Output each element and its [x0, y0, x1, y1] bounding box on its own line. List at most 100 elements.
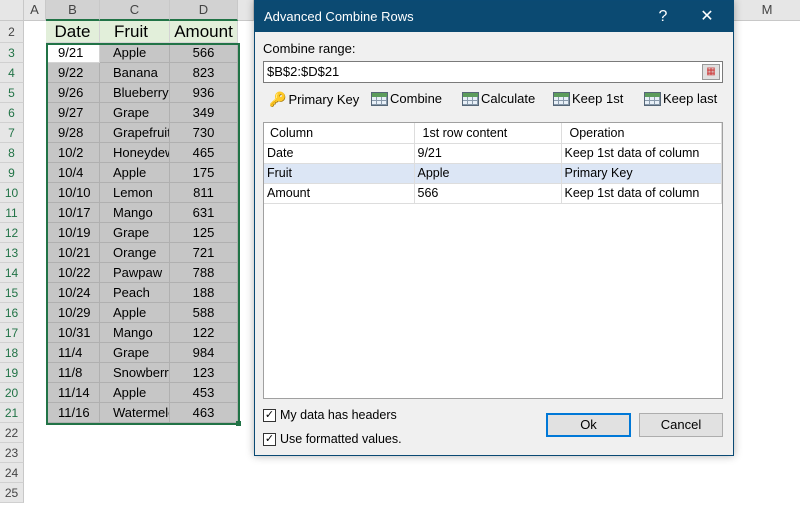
date-cell[interactable]: 9/22	[46, 63, 100, 83]
cancel-button[interactable]: Cancel	[639, 413, 723, 437]
fruit-cell[interactable]: Pawpaw	[100, 263, 170, 283]
amount-cell[interactable]: 984	[170, 343, 238, 363]
row-header[interactable]: 13	[0, 243, 24, 263]
fruit-cell[interactable]: Grape	[100, 223, 170, 243]
row-header[interactable]: 11	[0, 203, 24, 223]
header-cell-date[interactable]: Date	[46, 21, 100, 43]
date-cell[interactable]: 10/2	[46, 143, 100, 163]
fruit-cell[interactable]: Watermelon	[100, 403, 170, 423]
date-cell[interactable]: 11/16	[46, 403, 100, 423]
row-header[interactable]: 22	[0, 423, 24, 443]
row-header[interactable]: 25	[0, 483, 24, 503]
date-cell[interactable]: 10/17	[46, 203, 100, 223]
headers-checkbox[interactable]: ✓ My data has headers	[263, 408, 397, 422]
close-button[interactable]: ✕	[687, 1, 727, 32]
date-cell[interactable]: 10/22	[46, 263, 100, 283]
column-header-column[interactable]: Column	[264, 123, 415, 144]
column-header-d[interactable]: D	[170, 0, 238, 21]
fruit-cell[interactable]: Honeydew	[100, 143, 170, 163]
date-cell[interactable]: 11/8	[46, 363, 100, 383]
keep-last-button[interactable]: Keep last	[644, 91, 717, 106]
fruit-cell[interactable]: Peach	[100, 283, 170, 303]
date-cell[interactable]: 9/21	[46, 43, 100, 63]
amount-cell[interactable]: 730	[170, 123, 238, 143]
fruit-cell[interactable]: Grape	[100, 343, 170, 363]
date-cell[interactable]: 9/28	[46, 123, 100, 143]
date-cell[interactable]: 10/24	[46, 283, 100, 303]
header-cell-amount[interactable]: Amount	[170, 21, 238, 43]
column-header-operation[interactable]: Operation	[561, 123, 722, 144]
row-header[interactable]: 19	[0, 363, 24, 383]
row-header[interactable]: 17	[0, 323, 24, 343]
row-header[interactable]: 23	[0, 443, 24, 463]
row-header[interactable]: 10	[0, 183, 24, 203]
date-cell[interactable]: 10/10	[46, 183, 100, 203]
fruit-cell[interactable]: Mango	[100, 323, 170, 343]
amount-cell[interactable]: 463	[170, 403, 238, 423]
header-cell-fruit[interactable]: Fruit	[100, 21, 170, 43]
row-header[interactable]: 9	[0, 163, 24, 183]
fill-handle[interactable]	[236, 421, 241, 426]
date-cell[interactable]: 11/14	[46, 383, 100, 403]
amount-cell[interactable]: 453	[170, 383, 238, 403]
amount-cell[interactable]: 788	[170, 263, 238, 283]
row-header[interactable]: 24	[0, 463, 24, 483]
row-header[interactable]: 18	[0, 343, 24, 363]
formatted-values-checkbox[interactable]: ✓ Use formatted values.	[263, 432, 402, 446]
row-header[interactable]: 3	[0, 43, 24, 63]
table-row[interactable]: Fruit Apple Primary Key	[264, 163, 722, 184]
amount-cell[interactable]: 349	[170, 103, 238, 123]
primary-key-button[interactable]: 🔑 Primary Key	[269, 91, 359, 108]
calculate-button[interactable]: Calculate	[462, 91, 535, 106]
fruit-cell[interactable]: Apple	[100, 383, 170, 403]
column-header-c[interactable]: C	[100, 0, 170, 21]
date-cell[interactable]: 10/4	[46, 163, 100, 183]
row-header[interactable]: 15	[0, 283, 24, 303]
row-header[interactable]: 21	[0, 403, 24, 423]
row-header[interactable]: 4	[0, 63, 24, 83]
amount-cell[interactable]: 823	[170, 63, 238, 83]
amount-cell[interactable]: 936	[170, 83, 238, 103]
fruit-cell[interactable]: Apple	[100, 163, 170, 183]
row-header[interactable]: 14	[0, 263, 24, 283]
row-header[interactable]: 2	[0, 21, 24, 43]
amount-cell[interactable]: 123	[170, 363, 238, 383]
amount-cell[interactable]: 811	[170, 183, 238, 203]
row-header[interactable]: 8	[0, 143, 24, 163]
amount-cell[interactable]: 631	[170, 203, 238, 223]
row-header[interactable]: 20	[0, 383, 24, 403]
amount-cell[interactable]: 721	[170, 243, 238, 263]
date-cell[interactable]: 9/27	[46, 103, 100, 123]
amount-cell[interactable]: 566	[170, 43, 238, 63]
column-header-b[interactable]: B	[46, 0, 100, 21]
column-header-partial[interactable]	[238, 0, 254, 21]
fruit-cell[interactable]: Snowberry	[100, 363, 170, 383]
fruit-cell[interactable]: Mango	[100, 203, 170, 223]
fruit-cell[interactable]: Apple	[100, 303, 170, 323]
fruit-cell[interactable]: Orange	[100, 243, 170, 263]
date-cell[interactable]: 10/19	[46, 223, 100, 243]
range-select-icon[interactable]: ▦	[702, 64, 720, 80]
date-cell[interactable]: 10/29	[46, 303, 100, 323]
amount-cell[interactable]: 125	[170, 223, 238, 243]
column-header-m[interactable]: M	[734, 0, 800, 21]
column-header-a[interactable]: A	[24, 0, 46, 21]
row-header[interactable]: 5	[0, 83, 24, 103]
fruit-cell[interactable]: Lemon	[100, 183, 170, 203]
amount-cell[interactable]: 175	[170, 163, 238, 183]
combine-button[interactable]: Combine	[371, 91, 442, 106]
table-row[interactable]: Amount 566 Keep 1st data of column	[264, 183, 722, 204]
fruit-cell[interactable]: Apple	[100, 43, 170, 63]
fruit-cell[interactable]: Grapefruit	[100, 123, 170, 143]
amount-cell[interactable]: 588	[170, 303, 238, 323]
ok-button[interactable]: Ok	[546, 413, 631, 437]
row-header[interactable]: 12	[0, 223, 24, 243]
row-header[interactable]: 7	[0, 123, 24, 143]
date-cell[interactable]: 11/4	[46, 343, 100, 363]
amount-cell[interactable]: 188	[170, 283, 238, 303]
amount-cell[interactable]: 122	[170, 323, 238, 343]
select-all-corner[interactable]	[0, 0, 24, 21]
column-header-content[interactable]: 1st row content	[414, 123, 562, 144]
table-row[interactable]: Date 9/21 Keep 1st data of column	[264, 143, 722, 164]
row-header[interactable]: 16	[0, 303, 24, 323]
